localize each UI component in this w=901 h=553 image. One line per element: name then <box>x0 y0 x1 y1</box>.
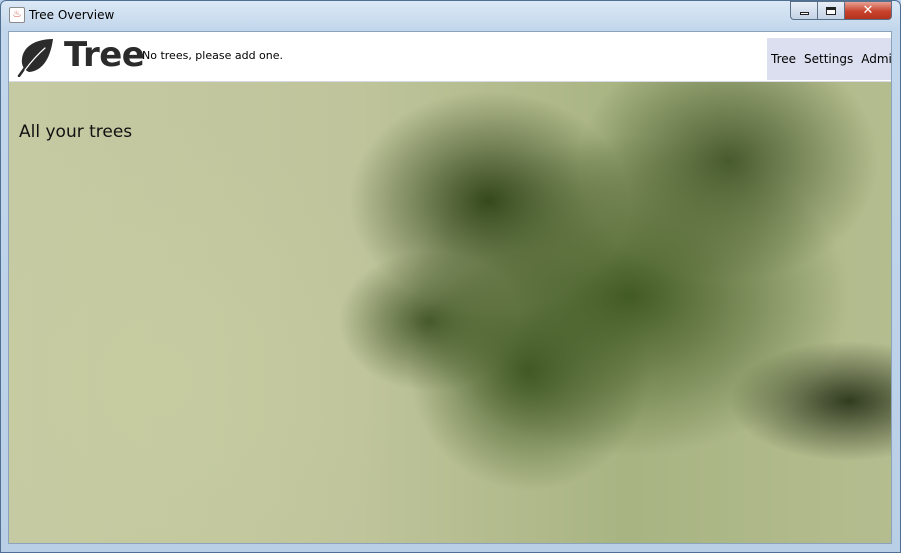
nav-item-tree[interactable]: Tree <box>771 52 796 66</box>
minimize-button[interactable] <box>790 1 817 20</box>
nav-item-admin[interactable]: Admin <box>861 52 891 66</box>
title-bar[interactable]: ♨ Tree Overview ✕ <box>1 1 900 30</box>
app-window: ♨ Tree Overview ✕ Tree No trees, please … <box>0 0 901 553</box>
content-area: Tree No trees, please add one. Tree Sett… <box>8 31 892 544</box>
brand-logo-text: Tree <box>64 35 145 75</box>
java-cup-icon: ♨ <box>9 7 25 23</box>
page-title: All your trees <box>19 122 133 142</box>
leaf-icon <box>17 39 53 77</box>
nav-item-settings[interactable]: Settings <box>804 52 853 66</box>
status-message: No trees, please add one. <box>142 49 284 62</box>
maximize-button[interactable] <box>817 1 844 20</box>
app-header: Tree No trees, please add one. Tree Sett… <box>9 32 891 82</box>
window-title: Tree Overview <box>29 8 115 22</box>
minimize-icon <box>799 11 809 15</box>
tree-background-image <box>9 81 891 543</box>
close-button[interactable]: ✕ <box>844 1 892 20</box>
close-icon: ✕ <box>862 3 874 18</box>
nav-menu: Tree Settings Admin <box>767 38 891 80</box>
maximize-icon <box>826 6 836 15</box>
